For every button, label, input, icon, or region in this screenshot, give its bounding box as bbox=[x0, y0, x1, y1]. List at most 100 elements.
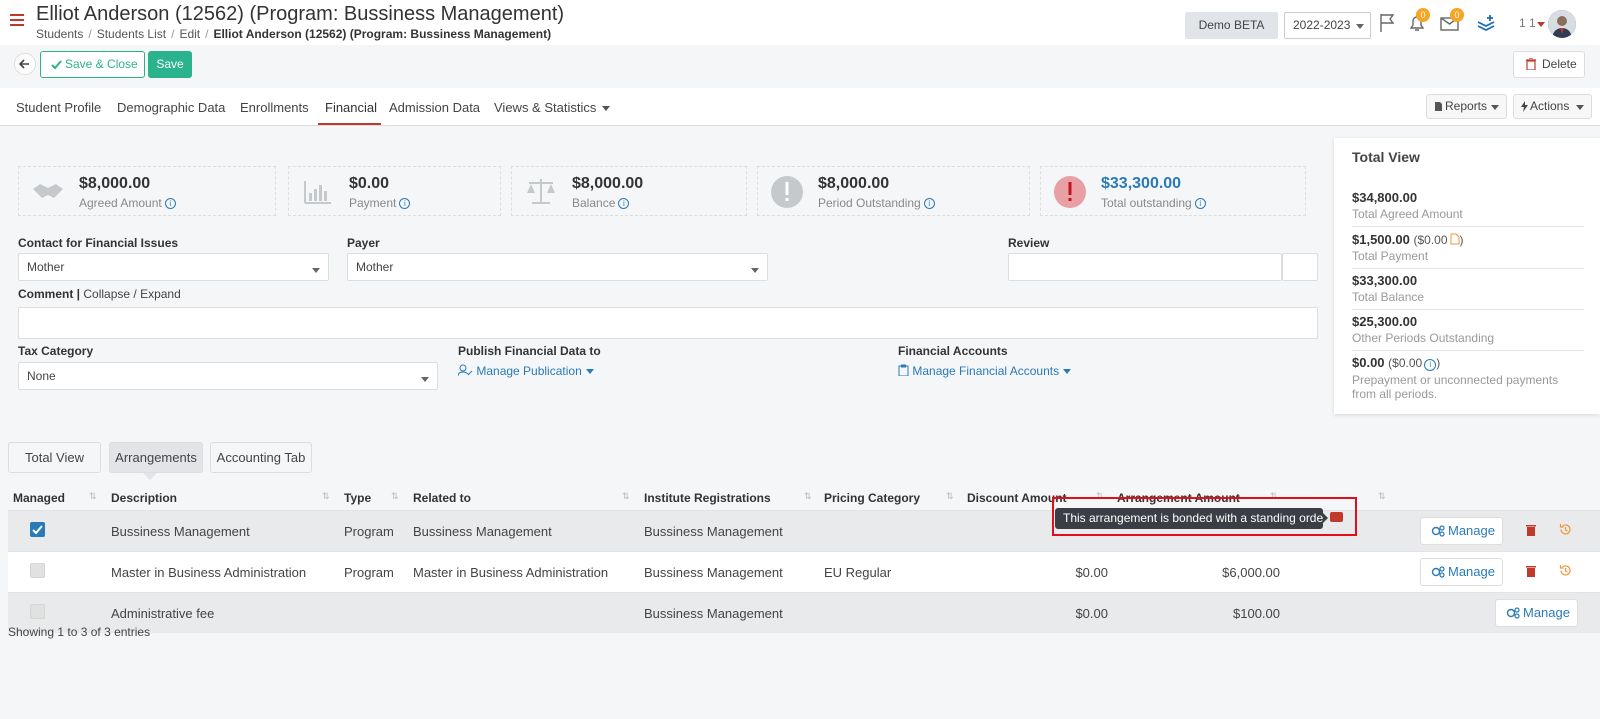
col-pricing-category[interactable]: Pricing Category bbox=[824, 491, 920, 505]
top-bar: Elliot Anderson (12562) (Program: Bussin… bbox=[0, 0, 1600, 45]
chevron-down-icon bbox=[421, 377, 429, 382]
col-type[interactable]: Type bbox=[344, 491, 371, 505]
col-managed[interactable]: Managed bbox=[13, 491, 65, 505]
year-value: 2022-2023 bbox=[1293, 18, 1351, 32]
sort-icon[interactable]: ⇅ bbox=[89, 491, 97, 502]
breadcrumb-students-list[interactable]: Students List bbox=[97, 27, 166, 41]
tab-enrollments[interactable]: Enrollments bbox=[240, 100, 309, 115]
year-select[interactable]: 2022-2023 bbox=[1284, 12, 1371, 39]
tab-demographic-data[interactable]: Demographic Data bbox=[117, 100, 225, 115]
reports-button[interactable]: Reports bbox=[1426, 94, 1507, 119]
col-institute-registrations[interactable]: Institute Registrations bbox=[644, 491, 771, 505]
table-row[interactable]: Master in Business Administration Progra… bbox=[8, 551, 1600, 592]
manage-button[interactable]: Manage bbox=[1495, 599, 1578, 627]
avatar[interactable] bbox=[1548, 10, 1576, 38]
user-menu-caret-icon[interactable] bbox=[1537, 22, 1545, 27]
gears-icon bbox=[1506, 607, 1520, 619]
info-icon[interactable]: i bbox=[399, 198, 411, 210]
delete-label: Delete bbox=[1542, 57, 1577, 71]
flag-icon[interactable] bbox=[1377, 12, 1399, 34]
info-icon[interactable]: i bbox=[1424, 359, 1437, 371]
sort-icon[interactable]: ⇅ bbox=[804, 491, 812, 502]
handshake-icon bbox=[33, 184, 63, 198]
reports-label: Reports bbox=[1445, 99, 1488, 113]
trash-icon bbox=[1526, 58, 1536, 70]
layers-plus-icon[interactable] bbox=[1475, 12, 1497, 34]
user-counter: 1 1 bbox=[1519, 16, 1536, 30]
file-icon bbox=[1435, 102, 1442, 111]
breadcrumb-students[interactable]: Students bbox=[36, 27, 83, 41]
contact-select[interactable]: Mother bbox=[18, 253, 329, 281]
payer-select[interactable]: Mother bbox=[347, 253, 768, 281]
managed-checkbox[interactable] bbox=[30, 563, 45, 578]
sort-icon[interactable]: ⇅ bbox=[946, 491, 954, 502]
manage-financial-accounts-link[interactable]: Manage Financial Accounts bbox=[898, 364, 1072, 378]
table-row[interactable]: Bussiness Management Program Bussiness M… bbox=[8, 510, 1600, 551]
review-input[interactable] bbox=[1008, 253, 1282, 281]
demo-badge[interactable]: Demo BETA bbox=[1185, 12, 1278, 39]
chevron-down-icon bbox=[751, 268, 759, 273]
col-description[interactable]: Description bbox=[111, 491, 177, 505]
subtab-accounting-tab[interactable]: Accounting Tab bbox=[210, 442, 312, 473]
hamburger-menu-icon[interactable] bbox=[10, 14, 24, 26]
subtab-arrangements[interactable]: Arrangements bbox=[109, 442, 203, 473]
tab-student-profile[interactable]: Student Profile bbox=[16, 100, 101, 115]
highlight-box bbox=[1052, 497, 1357, 536]
bar-chart-icon bbox=[304, 181, 331, 204]
total-payment-value: $1,500.00 bbox=[1352, 232, 1410, 247]
notification-count-badge: 0 bbox=[1416, 8, 1430, 22]
active-subtab-pointer bbox=[143, 473, 157, 480]
document-icon[interactable] bbox=[1450, 233, 1460, 245]
cell-description: Master in Business Administration bbox=[111, 565, 307, 580]
trash-icon[interactable] bbox=[1526, 524, 1536, 536]
comment-label: Comment | Collapse / Expand bbox=[18, 287, 181, 301]
manage-button[interactable]: Manage bbox=[1420, 558, 1503, 586]
tab-admission-data[interactable]: Admission Data bbox=[389, 100, 480, 115]
collapse-expand-link[interactable]: Collapse / Expand bbox=[83, 287, 180, 301]
cell-institute: Bussiness Management bbox=[644, 524, 783, 539]
info-icon[interactable]: i bbox=[164, 198, 176, 210]
sort-icon[interactable]: ⇅ bbox=[391, 491, 399, 502]
gears-icon bbox=[1431, 566, 1445, 578]
contact-label: Contact for Financial Issues bbox=[18, 236, 179, 250]
alert-red-icon bbox=[1054, 176, 1086, 208]
chevron-down-icon bbox=[1491, 105, 1499, 110]
save-close-button[interactable]: Save & Close bbox=[40, 51, 145, 78]
sort-icon[interactable]: ⇅ bbox=[322, 491, 330, 502]
info-icon[interactable]: i bbox=[1194, 198, 1206, 210]
history-icon[interactable] bbox=[1559, 523, 1572, 536]
prepayment-label-2: from all periods. bbox=[1352, 387, 1438, 401]
actions-button[interactable]: Actions bbox=[1513, 94, 1592, 119]
delete-button[interactable]: Delete bbox=[1513, 51, 1585, 78]
tab-financial[interactable]: Financial bbox=[325, 100, 377, 115]
history-icon[interactable] bbox=[1559, 564, 1572, 577]
col-related-to[interactable]: Related to bbox=[413, 491, 471, 505]
info-icon[interactable]: i bbox=[618, 198, 630, 210]
breadcrumb-edit[interactable]: Edit bbox=[179, 27, 200, 41]
total-payment-sub: ($0.00 bbox=[1413, 233, 1448, 247]
review-addon[interactable] bbox=[1282, 253, 1318, 281]
table-row[interactable]: Administrative fee Bussiness Management … bbox=[8, 592, 1600, 633]
chevron-down-icon bbox=[602, 106, 611, 112]
info-icon[interactable]: i bbox=[923, 198, 935, 210]
other-periods-value: $25,300.00 bbox=[1352, 314, 1418, 329]
actions-label: Actions bbox=[1530, 99, 1570, 113]
stat-value: $0.00 bbox=[349, 175, 390, 192]
back-button[interactable] bbox=[14, 53, 36, 75]
tax-category-select[interactable]: None bbox=[18, 362, 438, 390]
manage-publication-link[interactable]: Manage Publication bbox=[457, 364, 594, 378]
stat-value: $33,300.00 bbox=[1101, 175, 1182, 192]
comment-input[interactable] bbox=[18, 307, 1318, 339]
managed-checkbox[interactable] bbox=[30, 522, 45, 537]
sort-icon[interactable]: ⇅ bbox=[622, 491, 630, 502]
subtab-total-view[interactable]: Total View bbox=[8, 442, 101, 473]
trash-icon[interactable] bbox=[1526, 565, 1536, 577]
tab-views-statistics[interactable]: Views & Statistics bbox=[494, 100, 611, 115]
stat-period-outstanding: $8,000.00 Period Outstanding i bbox=[757, 166, 1030, 216]
stat-value: $8,000.00 bbox=[79, 175, 151, 192]
manage-button[interactable]: Manage bbox=[1420, 517, 1503, 545]
managed-checkbox[interactable] bbox=[30, 604, 45, 619]
save-button[interactable]: Save bbox=[148, 51, 192, 78]
sort-icon[interactable]: ⇅ bbox=[1378, 491, 1386, 502]
action-bar bbox=[0, 45, 1600, 85]
